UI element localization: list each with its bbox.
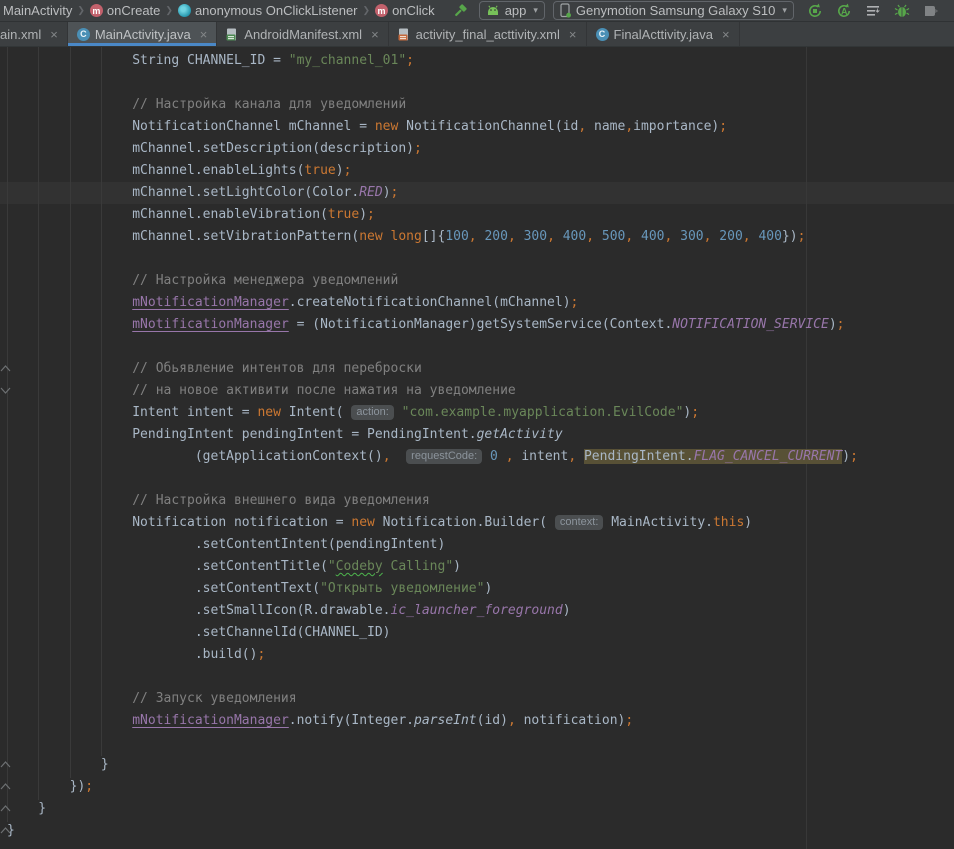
method-icon: m: [90, 4, 103, 17]
close-tab-icon[interactable]: ×: [569, 28, 577, 41]
tab-activity-final-acttivity-xml[interactable]: activity_final_acttivity.xml ×: [389, 22, 587, 46]
anonymous-class-icon: [178, 4, 191, 17]
close-tab-icon[interactable]: ×: [200, 28, 208, 41]
apply-changes-restart-icon: [807, 3, 823, 19]
code-line[interactable]: .build();: [7, 644, 954, 666]
code-line[interactable]: .setContentTitle("Codeby Calling"): [7, 556, 954, 578]
code-line[interactable]: });: [7, 776, 954, 798]
manifest-file-icon: [226, 28, 239, 41]
code-line[interactable]: Notification notification = new Notifica…: [7, 512, 954, 534]
device-label: Genymotion Samsung Galaxy S10: [576, 3, 775, 18]
breadcrumb-separator-icon: ❯: [363, 5, 371, 16]
tab-mainactivity-java[interactable]: C MainActivity.java ×: [68, 22, 217, 46]
main-toolbar: MainActivity ❯ m onCreate ❯ anonymous On…: [0, 0, 954, 22]
method-icon: m: [375, 4, 388, 17]
close-tab-icon[interactable]: ×: [371, 28, 379, 41]
android-icon: [486, 5, 500, 17]
breadcrumb-label: onClick: [392, 3, 435, 18]
build-project-button[interactable]: [449, 1, 471, 21]
hammer-icon: [452, 3, 468, 19]
phone-icon: [560, 3, 571, 18]
tab-finalacttivity-java[interactable]: C FinalActtivity.java ×: [587, 22, 740, 46]
java-class-icon: C: [596, 28, 609, 41]
code-line[interactable]: [7, 72, 954, 94]
profiler-button[interactable]: [920, 1, 942, 21]
attach-debugger-button[interactable]: [862, 1, 884, 21]
code-line[interactable]: // Запуск уведомления: [7, 688, 954, 710]
code-line[interactable]: // Обьявление интентов для переброски: [7, 358, 954, 380]
debug-button[interactable]: [891, 1, 913, 21]
code-area[interactable]: String CHANNEL_ID = "my_channel_01"; // …: [0, 47, 954, 842]
code-line[interactable]: }: [7, 754, 954, 776]
code-line[interactable]: mNotificationManager = (NotificationMana…: [7, 314, 954, 336]
run-configuration-select[interactable]: app ▾: [479, 1, 545, 20]
breadcrumb-anonymous-class[interactable]: anonymous OnClickListener: [178, 3, 358, 18]
breadcrumb-oncreate[interactable]: m onCreate: [90, 3, 160, 18]
code-line[interactable]: mChannel.setVibrationPattern(new long[]{…: [7, 226, 954, 248]
code-line[interactable]: [7, 248, 954, 270]
java-class-icon: C: [77, 28, 90, 41]
chevron-down-icon: ▾: [533, 5, 538, 16]
code-line[interactable]: [7, 336, 954, 358]
apply-code-changes-button[interactable]: A: [833, 1, 855, 21]
tab-label: activity_final_acttivity.xml: [416, 27, 560, 42]
apply-code-changes-icon: A: [836, 3, 852, 19]
code-line[interactable]: NotificationChannel mChannel = new Notif…: [7, 116, 954, 138]
code-line[interactable]: .setSmallIcon(R.drawable.ic_launcher_for…: [7, 600, 954, 622]
code-line[interactable]: [7, 666, 954, 688]
close-tab-icon[interactable]: ×: [50, 28, 58, 41]
tab-label: AndroidManifest.xml: [244, 27, 362, 42]
code-line[interactable]: mChannel.enableLights(true);: [7, 160, 954, 182]
code-line[interactable]: Intent intent = new Intent( action: "com…: [7, 402, 954, 424]
code-line[interactable]: // Настройка канала для уведомлений: [7, 94, 954, 116]
breadcrumb-label: MainActivity: [3, 3, 72, 18]
tab-androidmanifest-xml[interactable]: AndroidManifest.xml ×: [217, 22, 388, 46]
code-line[interactable]: // на новое активити после нажатия на ув…: [7, 380, 954, 402]
code-line[interactable]: mChannel.setLightColor(Color.RED);: [7, 182, 954, 204]
tab-label: ity_main.xml: [0, 27, 41, 42]
code-line[interactable]: // Настройка внешнего вида уведомления: [7, 490, 954, 512]
tab-activity-main-xml[interactable]: ity_main.xml ×: [0, 22, 68, 46]
code-line[interactable]: }: [7, 798, 954, 820]
code-line[interactable]: mChannel.enableVibration(true);: [7, 204, 954, 226]
xml-file-icon: [398, 28, 411, 41]
profiler-icon: [923, 3, 939, 19]
code-line[interactable]: [7, 732, 954, 754]
attach-debugger-icon: [865, 3, 881, 19]
code-line[interactable]: .setChannelId(CHANNEL_ID): [7, 622, 954, 644]
run-config-label: app: [505, 3, 527, 18]
apply-changes-button[interactable]: [804, 1, 826, 21]
close-tab-icon[interactable]: ×: [722, 28, 730, 41]
code-line[interactable]: mNotificationManager.createNotificationC…: [7, 292, 954, 314]
breadcrumb-class[interactable]: MainActivity: [3, 3, 72, 18]
code-line[interactable]: PendingIntent pendingIntent = PendingInt…: [7, 424, 954, 446]
svg-text:A: A: [841, 6, 848, 16]
code-line[interactable]: }: [7, 820, 954, 842]
tab-label: FinalActtivity.java: [614, 27, 713, 42]
editor-tab-bar: ity_main.xml × C MainActivity.java × And…: [0, 22, 954, 47]
code-line[interactable]: [7, 468, 954, 490]
tab-label: MainActivity.java: [95, 27, 191, 42]
run-actions-group: A: [804, 1, 942, 21]
breadcrumb-label: anonymous OnClickListener: [195, 3, 358, 18]
code-line[interactable]: .setContentText("Открыть уведомление"): [7, 578, 954, 600]
code-line[interactable]: mChannel.setDescription(description);: [7, 138, 954, 160]
code-line[interactable]: String CHANNEL_ID = "my_channel_01";: [7, 50, 954, 72]
code-line[interactable]: (getApplicationContext(), requestCode: 0…: [7, 446, 954, 468]
breadcrumb-label: onCreate: [107, 3, 160, 18]
code-line[interactable]: // Настройка менеджера уведомлений: [7, 270, 954, 292]
breadcrumb-separator-icon: ❯: [77, 5, 85, 16]
debug-bug-icon: [894, 3, 910, 19]
chevron-down-icon: ▾: [782, 5, 787, 16]
breadcrumb-onclick[interactable]: m onClick: [375, 3, 435, 18]
code-line[interactable]: mNotificationManager.notify(Integer.pars…: [7, 710, 954, 732]
breadcrumb-separator-icon: ❯: [165, 5, 173, 16]
code-line[interactable]: .setContentIntent(pendingIntent): [7, 534, 954, 556]
device-select[interactable]: Genymotion Samsung Galaxy S10 ▾: [553, 1, 794, 20]
code-editor[interactable]: String CHANNEL_ID = "my_channel_01"; // …: [0, 47, 954, 849]
